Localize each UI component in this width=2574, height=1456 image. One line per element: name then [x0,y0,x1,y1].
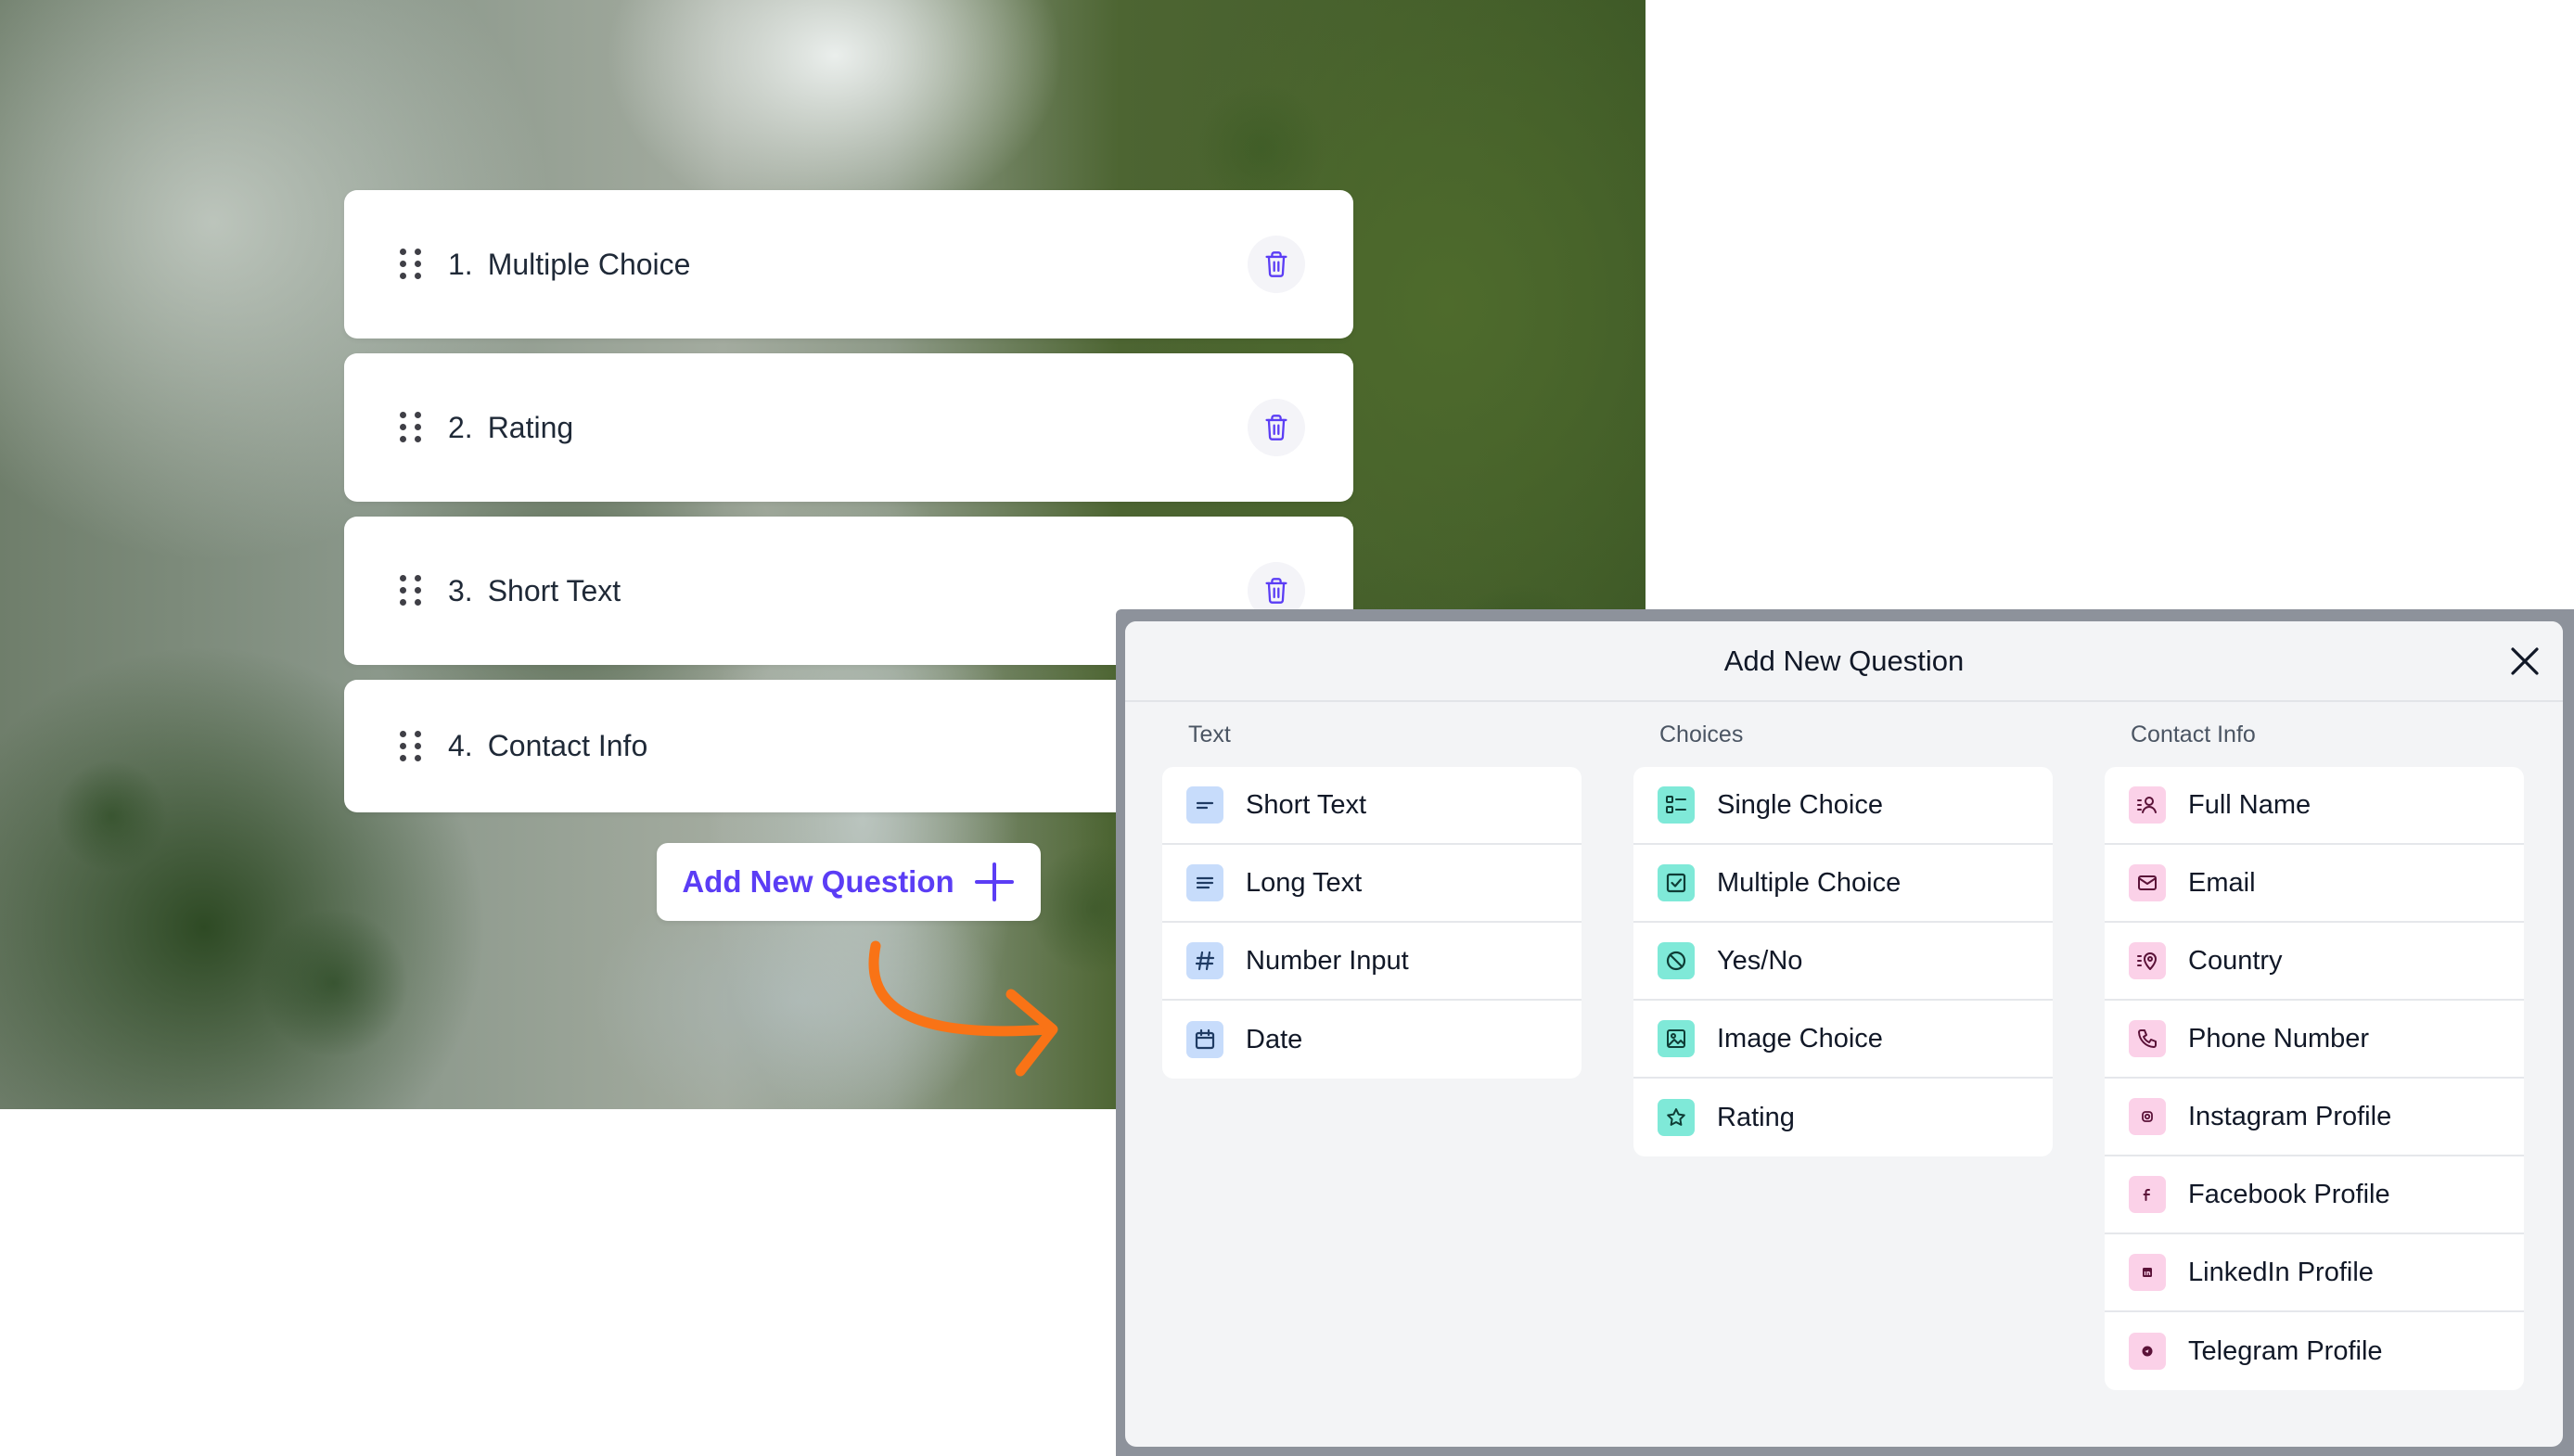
add-new-question-button[interactable]: Add New Question [657,843,1041,921]
question-number: 3. [448,573,473,607]
image-icon [1658,1020,1695,1057]
item-label: Yes/No [1717,945,1803,976]
type-yes-no[interactable]: Yes/No [1633,923,2053,1001]
delete-button[interactable] [1248,399,1305,456]
item-label: Short Text [1246,789,1367,820]
item-label: Full Name [2188,789,2311,820]
question-type-list: Single Choice Multiple Choice Yes/No Ima… [1633,767,2053,1156]
type-phone-number[interactable]: Phone Number [2105,1001,2524,1079]
column-heading: Contact Info [2131,722,2256,747]
item-label: Facebook Profile [2188,1179,2390,1209]
mail-icon [2129,864,2166,901]
modal-header: Add New Question [1125,621,2563,702]
yes-no-icon [1658,942,1695,979]
close-icon [2511,647,2539,675]
trash-icon [1265,415,1287,441]
question-title: Rating [487,410,574,444]
item-label: Number Input [1246,945,1409,976]
choices-column: Choices Single Choice Multiple Choice Ye… [1633,722,2053,1156]
plus-icon [974,862,1014,901]
type-facebook-profile[interactable]: Facebook Profile [2105,1156,2524,1234]
contact-info-column: Contact Info Full Name Email Country Pho… [2105,722,2524,1390]
item-label: Long Text [1246,867,1363,898]
question-title: Short Text [487,573,621,607]
item-label: Telegram Profile [2188,1335,2383,1366]
single-choice-icon [1658,786,1695,824]
type-instagram-profile[interactable]: Instagram Profile [2105,1079,2524,1156]
telegram-icon [2129,1333,2166,1370]
question-number: 2. [448,410,473,444]
form-builder-stage: 1. Multiple Choice 2. Rating 3. Short Te… [0,0,2574,1456]
type-image-choice[interactable]: Image Choice [1633,1001,2053,1079]
checkbox-icon [1658,864,1695,901]
question-card[interactable]: 1. Multiple Choice [344,190,1353,338]
item-label: Multiple Choice [1717,867,1902,898]
linkedin-icon [2129,1254,2166,1291]
calendar-icon [1186,1021,1223,1058]
item-label: Instagram Profile [2188,1101,2392,1131]
curved-arrow-icon [868,940,1058,1077]
modal-title: Add New Question [1723,644,1965,677]
item-label: LinkedIn Profile [2188,1257,2374,1287]
long-text-icon [1186,864,1223,901]
column-heading: Choices [1659,722,1744,747]
instagram-icon [2129,1098,2166,1135]
phone-icon [2129,1020,2166,1057]
drag-handle-icon[interactable] [400,730,422,762]
location-pin-icon [2129,942,2166,979]
type-long-text[interactable]: Long Text [1162,845,1582,923]
question-title: Multiple Choice [487,247,691,281]
facebook-icon [2129,1176,2166,1213]
question-type-list: Short Text Long Text Number Input Date [1162,767,1582,1079]
short-text-icon [1186,786,1223,824]
column-heading: Text [1188,722,1231,747]
question-card[interactable]: 2. Rating [344,353,1353,502]
type-rating[interactable]: Rating [1633,1079,2053,1156]
type-telegram-profile[interactable]: Telegram Profile [2105,1312,2524,1390]
add-question-modal: Add New Question Text Short Text Long Te… [1125,621,2563,1447]
trash-icon [1265,578,1287,604]
type-short-text[interactable]: Short Text [1162,767,1582,845]
item-label: Country [2188,945,2283,976]
item-label: Rating [1717,1102,1795,1132]
drag-handle-icon[interactable] [400,412,422,443]
type-date[interactable]: Date [1162,1001,1582,1079]
add-new-question-label: Add New Question [682,864,954,899]
delete-button[interactable] [1248,236,1305,293]
user-icon [2129,786,2166,824]
text-column: Text Short Text Long Text Number Input D… [1162,722,1582,1079]
type-multiple-choice[interactable]: Multiple Choice [1633,845,2053,923]
item-label: Single Choice [1717,789,1883,820]
type-single-choice[interactable]: Single Choice [1633,767,2053,845]
type-linkedin-profile[interactable]: LinkedIn Profile [2105,1234,2524,1312]
drag-handle-icon[interactable] [400,249,422,280]
item-label: Image Choice [1717,1023,1883,1054]
item-label: Email [2188,867,2256,898]
star-icon [1658,1099,1695,1136]
type-number-input[interactable]: Number Input [1162,923,1582,1001]
close-button[interactable] [2505,642,2544,681]
item-label: Date [1246,1024,1303,1054]
question-type-list: Full Name Email Country Phone Number Ins… [2105,767,2524,1390]
type-country[interactable]: Country [2105,923,2524,1001]
type-full-name[interactable]: Full Name [2105,767,2524,845]
question-number: 1. [448,247,473,281]
type-email[interactable]: Email [2105,845,2524,923]
item-label: Phone Number [2188,1023,2370,1054]
hash-icon [1186,942,1223,979]
drag-handle-icon[interactable] [400,575,422,607]
question-number: 4. [448,729,473,762]
trash-icon [1265,251,1287,277]
